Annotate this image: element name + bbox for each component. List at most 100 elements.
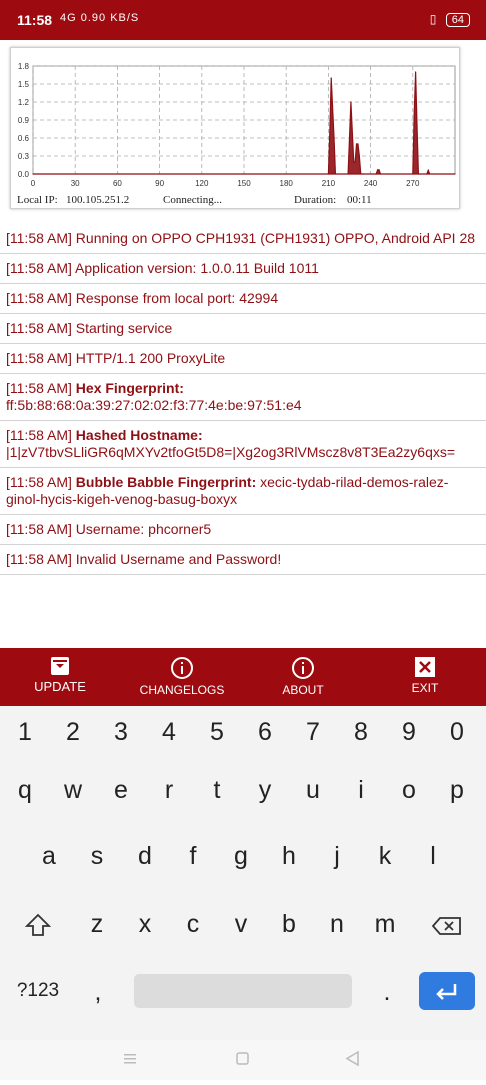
update-button[interactable]: UPDATE <box>20 648 100 706</box>
data-point <box>348 137 351 139</box>
key-y[interactable]: y <box>245 776 285 805</box>
key-c[interactable]: c <box>173 910 213 939</box>
x-tick-label: 150 <box>237 179 251 188</box>
log-time: [11:58 AM] <box>6 230 72 246</box>
key-r[interactable]: r <box>149 776 189 805</box>
key-4[interactable]: 4 <box>149 718 189 747</box>
log-list: [11:58 AM] Running on OPPO CPH1931 (CPH1… <box>0 224 486 575</box>
key-k[interactable]: k <box>365 842 405 871</box>
x-tick-label: 180 <box>280 179 294 188</box>
key-n[interactable]: n <box>317 910 357 939</box>
info-icon <box>292 657 314 679</box>
key-f[interactable]: f <box>173 842 213 871</box>
key-g[interactable]: g <box>221 842 261 871</box>
enter-key[interactable] <box>419 972 475 1010</box>
shift-icon[interactable] <box>23 911 53 941</box>
key-5[interactable]: 5 <box>197 718 237 747</box>
y-tick-label: 1.8 <box>18 62 30 71</box>
data-point <box>419 173 421 175</box>
key-6[interactable]: 6 <box>245 718 285 747</box>
key-8[interactable]: 8 <box>341 718 381 747</box>
log-message: Application version: 1.0.0.11 Build 1011 <box>75 260 319 276</box>
log-message: Running on OPPO CPH1931 (CPH1931) OPPO, … <box>75 230 476 246</box>
data-point <box>355 143 358 145</box>
data-point <box>416 125 418 127</box>
duration-label: Duration: <box>294 194 337 206</box>
data-point <box>379 173 382 175</box>
key-v[interactable]: v <box>221 910 261 939</box>
about-label: ABOUT <box>282 683 324 697</box>
x-tick-label: 210 <box>322 179 336 188</box>
key-1[interactable]: 1 <box>5 718 45 747</box>
log-entry: [11:58 AM] Bubble Babble Fingerprint: xe… <box>0 468 486 515</box>
key-z[interactable]: z <box>77 910 117 939</box>
period-key[interactable]: . <box>367 978 407 1007</box>
log-message: ff:5b:88:68:0a:39:27:02:02:f3:77:4e:be:9… <box>6 397 302 413</box>
key-3[interactable]: 3 <box>101 718 141 747</box>
key-u[interactable]: u <box>293 776 333 805</box>
traffic-chart-card: 1.8 1.5 1.2 0.9 0.6 0.3 0.0 0 30 60 90 120 150 180 210… <box>10 47 460 209</box>
key-h[interactable]: h <box>269 842 309 871</box>
close-box-icon <box>415 657 435 677</box>
space-key[interactable] <box>134 974 352 1008</box>
data-point <box>334 173 337 175</box>
log-label: Hex Fingerprint: <box>75 380 184 396</box>
home-icon[interactable] <box>236 1052 249 1065</box>
exit-button[interactable]: EXIT <box>385 648 465 706</box>
key-t[interactable]: t <box>197 776 237 805</box>
key-s[interactable]: s <box>77 842 117 871</box>
log-entry: [11:58 AM] Username: phcorner5 <box>0 515 486 545</box>
about-button[interactable]: ABOUT <box>263 648 343 706</box>
battery-icon: 64 <box>445 13 470 27</box>
keyboard: 1 2 3 4 5 6 7 8 9 0 q w e r t y u i o p a s d f g h j k l z x c v b n m ?123… <box>0 706 486 1040</box>
x-tick-label: 0 <box>31 179 36 188</box>
comma-key[interactable]: , <box>78 978 118 1007</box>
data-point <box>377 169 379 171</box>
data-point <box>347 173 349 175</box>
log-time: [11:58 AM] <box>6 427 72 443</box>
symbols-key[interactable]: ?123 <box>14 980 62 1002</box>
key-9[interactable]: 9 <box>389 718 429 747</box>
log-entry: [11:58 AM] Response from local port: 429… <box>0 284 486 314</box>
y-tick-label: 0.9 <box>18 116 30 125</box>
key-p[interactable]: p <box>437 776 477 805</box>
key-d[interactable]: d <box>125 842 165 871</box>
x-tick-label: 240 <box>364 179 378 188</box>
x-tick-label: 30 <box>71 179 80 188</box>
key-m[interactable]: m <box>365 910 405 939</box>
key-x[interactable]: x <box>125 910 165 939</box>
log-message: Starting service <box>75 320 173 336</box>
key-0[interactable]: 0 <box>437 718 477 747</box>
key-w[interactable]: w <box>53 776 93 805</box>
data-point <box>32 173 34 175</box>
data-point <box>413 113 415 115</box>
y-tick-label: 0.3 <box>18 152 30 161</box>
key-o[interactable]: o <box>389 776 429 805</box>
key-e[interactable]: e <box>101 776 141 805</box>
menu-icon[interactable] <box>124 1054 136 1064</box>
log-entry: [11:58 AM] HTTP/1.1 200 ProxyLite <box>0 344 486 374</box>
y-tick-label: 0.0 <box>18 170 30 179</box>
log-entry: [11:58 AM] Starting service <box>0 314 486 344</box>
system-nav-bar <box>0 1040 486 1080</box>
key-i[interactable]: i <box>341 776 381 805</box>
key-q[interactable]: q <box>5 776 45 805</box>
backspace-icon[interactable] <box>430 911 464 941</box>
key-j[interactable]: j <box>317 842 357 871</box>
local-ip-value: 100.105.251.2 <box>66 194 130 206</box>
log-time: [11:58 AM] <box>6 290 72 306</box>
key-2[interactable]: 2 <box>53 718 93 747</box>
data-point <box>353 161 355 163</box>
key-l[interactable]: l <box>413 842 453 871</box>
key-7[interactable]: 7 <box>293 718 333 747</box>
key-b[interactable]: b <box>269 910 309 939</box>
changelogs-button[interactable]: CHANGELOGS <box>132 648 232 706</box>
data-point <box>350 101 352 103</box>
connection-status: Connecting... <box>163 194 222 206</box>
data-point <box>354 161 356 163</box>
y-tick-label: 0.6 <box>18 134 30 143</box>
back-icon[interactable] <box>345 1050 359 1067</box>
data-point <box>426 173 428 175</box>
data-point <box>333 137 335 139</box>
key-a[interactable]: a <box>29 842 69 871</box>
